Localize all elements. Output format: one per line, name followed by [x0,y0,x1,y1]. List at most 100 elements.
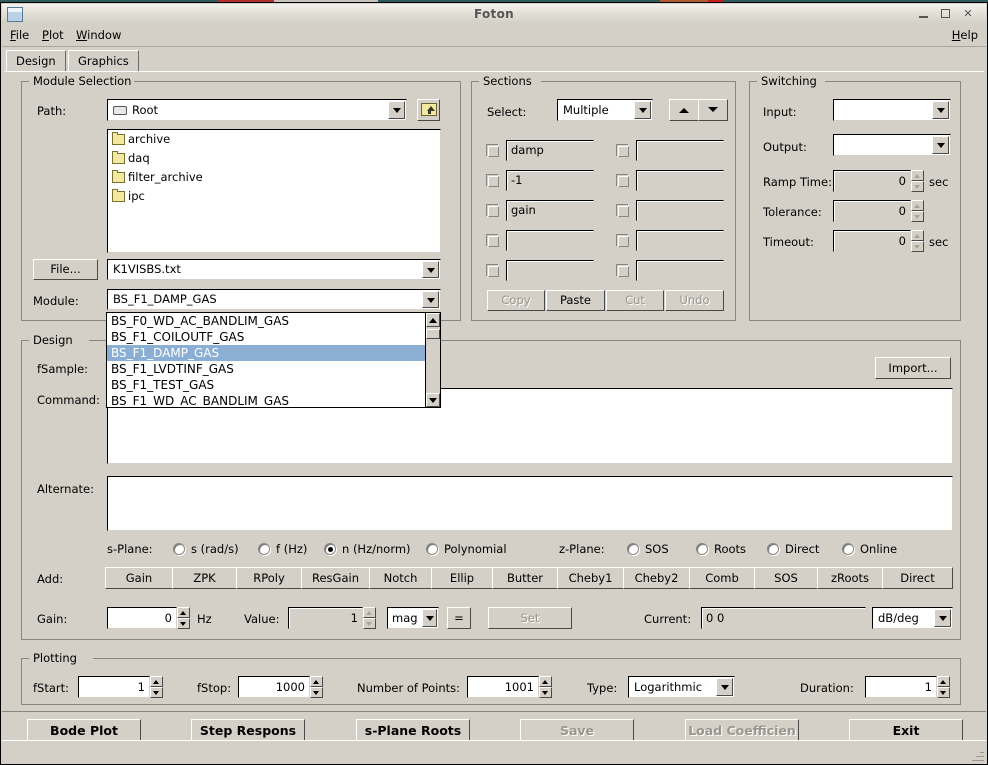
add-cheby1-button[interactable]: Cheby1 [557,567,624,589]
section-field-r1[interactable] [636,170,724,191]
stepper-up-icon[interactable] [937,676,950,687]
add-rpoly-button[interactable]: RPoly [236,567,302,589]
section-field-r0[interactable] [636,140,724,161]
gain-field[interactable]: 0 [107,607,177,629]
scrollbar-thumb[interactable] [426,329,440,339]
resize-grip[interactable] [970,747,984,761]
points-stepper[interactable] [539,676,552,698]
add-ellip-button[interactable]: Ellip [431,567,493,589]
menu-help[interactable]: Help [948,28,982,43]
dropdown-item[interactable]: BS_F1_TEST_GAS [107,377,440,393]
section-field-l2[interactable]: gain [506,200,594,221]
fstop-field[interactable]: 1000 [238,676,310,698]
dropdown-item[interactable]: BS_F1_LVDTINF_GAS [107,361,440,377]
radio-z-roots[interactable] [696,543,708,555]
duration-field[interactable]: 1 [865,676,937,698]
minimize-button[interactable] [916,7,932,21]
sections-down-button[interactable] [698,99,728,121]
add-direct-button[interactable]: Direct [882,567,953,589]
section-checkbox-r0[interactable] [616,144,629,157]
value-field[interactable]: 1 [288,607,363,629]
ramp-time-stepper[interactable] [911,170,924,192]
switch-output-combo[interactable] [833,134,951,156]
section-field-l4[interactable] [506,260,594,281]
radio-f-hz[interactable] [258,543,270,555]
stepper-down-icon[interactable] [310,687,323,698]
list-item[interactable]: daq [108,149,440,168]
section-checkbox-r1[interactable] [616,174,629,187]
add-gain-button[interactable]: Gain [105,567,173,589]
radio-n-hznorm[interactable] [324,543,336,555]
stepper-up-icon[interactable] [150,676,163,687]
fstart-field[interactable]: 1 [78,676,150,698]
chevron-down-icon[interactable] [388,101,405,119]
chevron-down-icon[interactable] [932,101,949,119]
stepper-down-icon[interactable] [363,618,376,629]
tab-design[interactable]: Design [6,50,66,71]
section-field-l0[interactable]: damp [506,140,594,161]
stepper-up-icon[interactable] [310,676,323,687]
section-checkbox-r4[interactable] [616,264,629,277]
sections-copy-button[interactable]: Copy [487,290,545,311]
tab-graphics[interactable]: Graphics [68,50,139,71]
stepper-up-icon[interactable] [363,607,376,618]
add-cheby2-button[interactable]: Cheby2 [623,567,690,589]
section-field-r2[interactable] [636,200,724,221]
tolerance-stepper[interactable] [911,200,924,222]
sections-undo-button[interactable]: Undo [665,290,724,311]
list-item[interactable]: filter_archive [108,168,440,187]
stepper-down-icon[interactable] [150,687,163,698]
add-zroots-button[interactable]: zRoots [817,567,883,589]
sections-paste-button[interactable]: Paste [546,290,605,311]
chevron-down-icon[interactable] [422,291,439,308]
chevron-down-icon[interactable] [634,101,651,119]
ramp-time-field[interactable]: 0 [833,170,911,192]
chevron-down-icon[interactable] [716,678,733,696]
add-resgain-button[interactable]: ResGain [301,567,370,589]
path-combo[interactable]: Root [107,99,407,121]
stepper-down-icon[interactable] [911,211,924,222]
current-field[interactable]: 0 0 [701,607,866,629]
import-button[interactable]: Import... [875,357,951,379]
close-button[interactable]: ✕ [960,7,976,21]
add-notch-button[interactable]: Notch [369,567,432,589]
section-checkbox-l2[interactable] [486,204,499,217]
list-item[interactable]: archive [108,130,440,149]
timeout-stepper[interactable] [911,230,924,252]
section-checkbox-r3[interactable] [616,234,629,247]
timeout-field[interactable]: 0 [833,230,911,252]
menu-plot[interactable]: Plot [38,28,68,43]
scroll-down-icon[interactable] [426,393,440,407]
chevron-down-icon[interactable] [934,609,951,627]
section-field-r4[interactable] [636,260,724,281]
section-field-l1[interactable]: -1 [506,170,594,191]
chevron-down-icon[interactable] [932,136,949,154]
list-item[interactable]: ipc [108,187,440,206]
stepper-down-icon[interactable] [937,687,950,698]
radio-z-direct[interactable] [767,543,779,555]
module-combo[interactable]: BS_F1_DAMP_GAS [107,289,441,310]
stepper-up-icon[interactable] [911,200,924,211]
scroll-up-icon[interactable] [426,313,440,327]
module-dropdown-popup[interactable]: BS_F0_WD_AC_BANDLIM_GAS BS_F1_COILOUTF_G… [106,312,441,408]
type-combo[interactable]: Logarithmic [628,676,735,698]
points-field[interactable]: 1001 [467,676,539,698]
section-checkbox-l4[interactable] [486,264,499,277]
value-unit-combo[interactable]: mag [387,607,439,629]
section-checkbox-r2[interactable] [616,204,629,217]
stepper-down-icon[interactable] [911,241,924,252]
file-button[interactable]: File... [33,259,98,280]
sections-cut-button[interactable]: Cut [606,290,664,311]
add-butter-button[interactable]: Butter [492,567,558,589]
section-field-r3[interactable] [636,230,724,251]
add-sos-button[interactable]: SOS [754,567,818,589]
radio-z-online[interactable] [842,543,854,555]
current-unit-combo[interactable]: dB/deg [872,607,953,629]
gain-stepper[interactable] [177,607,190,629]
section-checkbox-l1[interactable] [486,174,499,187]
section-checkbox-l0[interactable] [486,144,499,157]
chevron-down-icon[interactable] [422,609,437,627]
menu-file[interactable]: File [6,28,33,43]
fstop-stepper[interactable] [310,676,323,698]
radio-polynomial[interactable] [426,543,438,555]
